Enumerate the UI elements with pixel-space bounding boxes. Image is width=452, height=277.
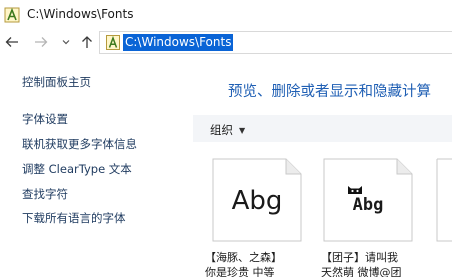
address-path[interactable]: C:\Windows\Fonts <box>123 34 234 51</box>
recent-locations-button[interactable] <box>58 32 74 52</box>
fonts-folder-icon <box>106 35 120 50</box>
back-button[interactable] <box>4 32 20 52</box>
command-bar: 组织 ▼ <box>193 115 452 142</box>
organize-label: 组织 <box>210 123 233 137</box>
caret-down-icon: ▼ <box>239 125 246 135</box>
font-tile-tuanzi[interactable]: Abg <box>323 158 413 242</box>
fonts-folder-icon <box>4 7 20 23</box>
sidebar-item-download-all-language-fonts[interactable]: 下载所有语言的字体 <box>22 210 126 226</box>
cat-face-icon <box>348 186 362 194</box>
content-area: 预览、删除或者显示和隐藏计算 组织 ▼ Abg Abg 【海豚、之森】 你是珍贵… <box>193 56 452 277</box>
font-preview-text: Abg <box>231 186 283 216</box>
font-file-icon <box>436 158 452 242</box>
arrow-up-icon <box>82 36 92 48</box>
sidebar-item-control-panel-home[interactable]: 控制面板主页 <box>22 74 91 90</box>
task-pane: 控制面板主页 字体设置 联机获取更多字体信息 调整 ClearType 文本 查… <box>0 56 193 277</box>
sidebar-item-font-settings[interactable]: 字体设置 <box>22 111 68 127</box>
arrow-left-icon <box>5 37 18 47</box>
sidebar-item-adjust-cleartype[interactable]: 调整 ClearType 文本 <box>22 161 132 177</box>
font-caption-haitun: 【海豚、之森】 你是珍贵 中等 <box>205 250 282 277</box>
window-title: C:\Windows\Fonts <box>27 7 134 21</box>
font-name-line1: 【团子】请叫我 <box>321 251 398 264</box>
sidebar-item-find-character[interactable]: 查找字符 <box>22 186 68 202</box>
font-caption-tuanzi: 【团子】请叫我 天然萌 微博@团 <box>321 250 402 277</box>
organize-button[interactable]: 组织 ▼ <box>210 122 245 138</box>
page-heading: 预览、删除或者显示和隐藏计算 <box>228 84 431 100</box>
font-tile-haitun[interactable]: Abg <box>212 158 302 242</box>
font-tile-partial[interactable] <box>436 158 452 242</box>
chevron-down-icon <box>62 40 70 45</box>
font-preview-text: Abg <box>352 195 384 215</box>
forward-button[interactable] <box>33 32 49 52</box>
sidebar-item-get-more-fonts-online[interactable]: 联机获取更多字体信息 <box>22 136 137 152</box>
title-bar: C:\Windows\Fonts <box>0 0 452 30</box>
font-name-line2: 天然萌 微博@团 <box>321 266 402 277</box>
address-bar[interactable]: C:\Windows\Fonts <box>99 31 452 54</box>
navigation-bar: C:\Windows\Fonts <box>0 30 452 56</box>
up-button[interactable] <box>79 32 95 52</box>
arrow-right-icon <box>35 37 48 47</box>
font-name-line2: 你是珍贵 中等 <box>205 266 275 277</box>
font-name-line1: 【海豚、之森】 <box>205 251 282 264</box>
